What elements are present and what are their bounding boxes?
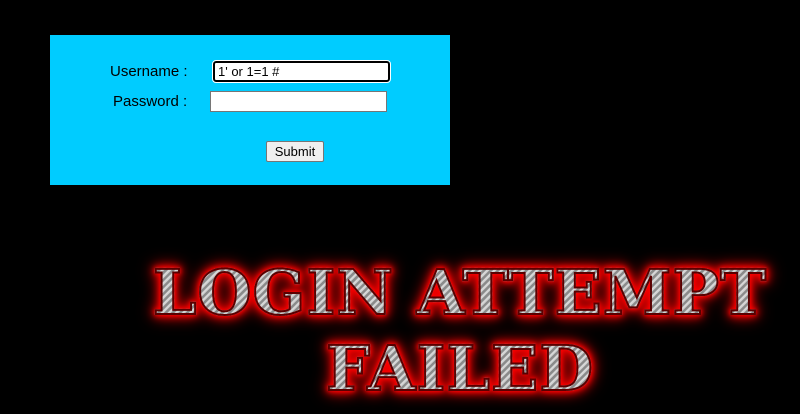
login-form-panel: Username : Password : Submit [50, 35, 450, 185]
password-input[interactable] [210, 91, 387, 112]
login-failed-banner: LOGIN ATTEMPT FAILED [130, 255, 790, 407]
submit-button[interactable]: Submit [266, 141, 324, 162]
banner-line-failed: FAILED [325, 331, 595, 406]
password-label: Password : [113, 93, 188, 110]
username-label: Username : [110, 63, 188, 80]
banner-line-login-attempt: LOGIN ATTEMPT [152, 255, 768, 330]
username-input[interactable] [212, 60, 391, 83]
